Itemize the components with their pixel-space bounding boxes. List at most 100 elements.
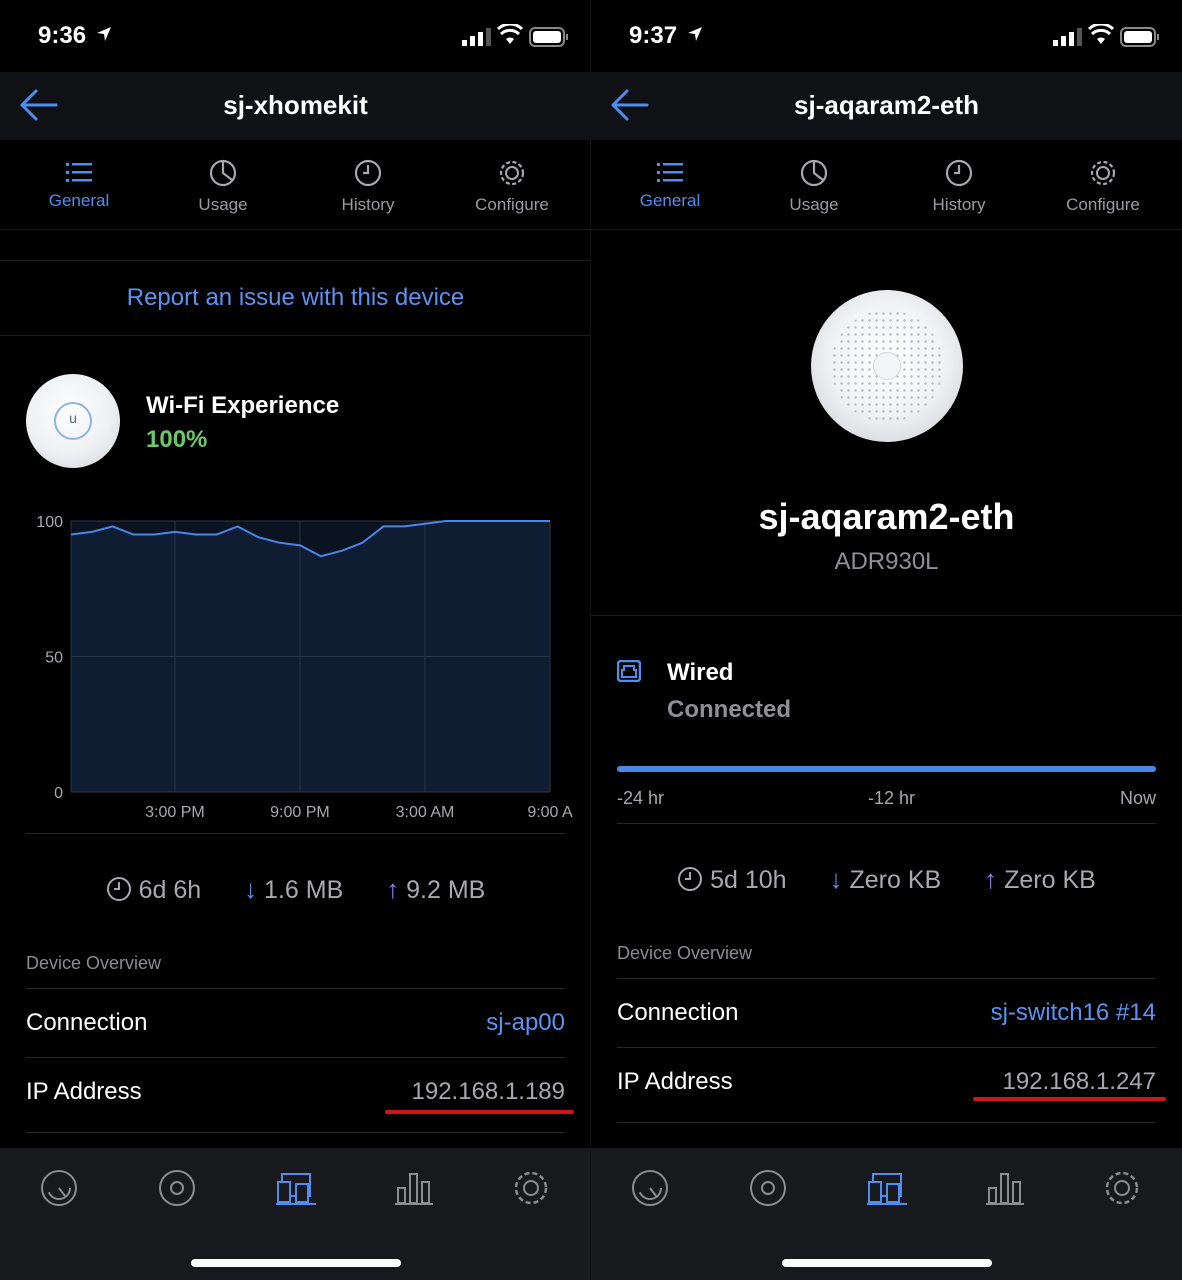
ip-address-row: IP Address 192.168.1.247 [617, 1047, 1156, 1123]
devices-circle-icon[interactable] [157, 1168, 197, 1208]
status-bar: 9:37 [591, 0, 1182, 72]
ubiquiti-logo-icon: u [69, 410, 77, 426]
tab-configure[interactable]: Configure [1043, 140, 1163, 230]
gear-icon [1090, 160, 1116, 186]
device-image [811, 290, 963, 442]
dashboard-icon[interactable] [39, 1168, 79, 1208]
upload-value: Zero KB [1004, 866, 1096, 894]
clock-icon [678, 867, 703, 891]
list-icon [66, 163, 92, 182]
uptime-value: 5d 10h [710, 866, 787, 894]
wifi-experience-label: Wi-Fi Experience [146, 392, 340, 419]
wifi-icon [497, 24, 523, 44]
wifi-experience-value: 100% [146, 426, 208, 453]
gear-icon [499, 160, 525, 186]
report-issue-row: Report an issue with this device [0, 260, 591, 336]
uptime-bar [617, 766, 1156, 772]
device-avatar: u [26, 374, 120, 468]
settings-gear-icon[interactable] [511, 1168, 551, 1208]
tab-label: General [48, 191, 110, 210]
row-key: Connection [617, 999, 739, 1026]
y-tick-label: 100 [36, 514, 63, 531]
left-screen: 9:36 sj-xhomekit General Usage History C… [0, 0, 591, 1280]
y-tick-label: 0 [54, 785, 63, 802]
x-tick-label: 3:00 AM [396, 804, 455, 821]
row-key: IP Address [26, 1078, 142, 1105]
section-heading: Device Overview [617, 943, 753, 963]
connection-link[interactable]: sj-ap00 [486, 1009, 565, 1037]
stats-row: 6d 6h ↓ 1.6 MB ↑ 9.2 MB [0, 874, 591, 914]
upload-stat: ↑ Zero KB [984, 864, 1096, 895]
location-icon [688, 27, 702, 41]
settings-gear-icon[interactable] [1102, 1168, 1142, 1208]
download-arrow-icon: ↓ [829, 864, 843, 894]
tab-label: General [639, 191, 701, 210]
wifi-experience-chart: 100 50 0 3:00 PM 9:00 PM 3:00 AM 9:00 A [36, 514, 573, 821]
uptime-value: 6d 6h [138, 876, 202, 904]
wifi-icon [1088, 24, 1114, 44]
statistics-icon[interactable] [394, 1168, 434, 1208]
divider [26, 833, 565, 834]
connection-link[interactable]: sj-switch16 #14 [991, 999, 1156, 1027]
upload-value: 9.2 MB [406, 876, 486, 904]
device-logo-icon [873, 352, 901, 380]
download-stat: ↓ Zero KB [830, 864, 942, 895]
pie-chart-icon [800, 159, 828, 187]
timeline-label-start: -24 hr [617, 788, 665, 808]
tab-usage[interactable]: Usage [754, 140, 874, 230]
download-arrow-icon: ↓ [244, 874, 258, 904]
statistics-icon[interactable] [985, 1168, 1025, 1208]
clock-icon [945, 159, 973, 187]
x-tick-label: 9:00 A [527, 804, 573, 821]
battery-icon [529, 27, 568, 47]
clock-icon [354, 159, 382, 187]
upload-arrow-icon: ↑ [386, 874, 400, 904]
uptime-stat: 6d 6h [106, 876, 202, 905]
page-title: sj-xhomekit [223, 90, 368, 120]
x-tick-label: 3:00 PM [145, 804, 205, 821]
device-model: ADR930L [834, 548, 939, 575]
home-indicator [782, 1259, 992, 1267]
tab-configure[interactable]: Configure [452, 140, 572, 230]
tab-history[interactable]: History [899, 140, 1019, 230]
stats-row: 5d 10h ↓ Zero KB ↑ Zero KB [591, 864, 1182, 904]
clients-icon[interactable] [276, 1168, 316, 1208]
connection-status: Connected [667, 696, 792, 723]
tab-label: History [341, 195, 395, 214]
uptime-bar-fill [617, 766, 1156, 772]
signal-icon [462, 28, 491, 46]
download-value: Zero KB [849, 866, 942, 894]
home-indicator [191, 1259, 401, 1267]
timeline-label-end: Now [1119, 788, 1156, 808]
battery-icon [1120, 27, 1159, 47]
pie-chart-icon [209, 159, 237, 187]
tab-bar-top: General Usage History Configure [591, 140, 1182, 230]
nav-bar: sj-aqaram2-eth [591, 72, 1182, 140]
upload-arrow-icon: ↑ [984, 864, 998, 894]
upload-stat: ↑ 9.2 MB [386, 874, 485, 905]
ip-address-row: IP Address 192.168.1.189 [26, 1057, 565, 1133]
nav-bar: sj-xhomekit [0, 72, 591, 140]
timeline-label-mid: -12 hr [868, 788, 916, 808]
report-issue-link[interactable]: Report an issue with this device [127, 284, 465, 312]
devices-circle-icon[interactable] [748, 1168, 788, 1208]
clients-icon[interactable] [867, 1168, 907, 1208]
download-value: 1.6 MB [264, 876, 344, 904]
tab-label: Usage [789, 195, 839, 214]
red-underline [385, 1110, 574, 1114]
row-key: IP Address [617, 1068, 733, 1095]
tab-usage[interactable]: Usage [163, 140, 283, 230]
tab-general[interactable]: General [610, 140, 730, 230]
tab-history[interactable]: History [308, 140, 428, 230]
tab-label: History [932, 195, 986, 214]
tab-general[interactable]: General [19, 140, 139, 230]
right-screen: 9:37 sj-aqaram2-eth General Usage Histor… [591, 0, 1182, 1280]
tab-label: Configure [475, 195, 549, 214]
connection-row: Connection sj-switch16 #14 [617, 978, 1156, 1046]
tab-label: Configure [1066, 195, 1140, 214]
status-time: 9:36 [38, 22, 87, 49]
signal-icon [1053, 28, 1082, 46]
dashboard-icon[interactable] [630, 1168, 670, 1208]
device-name: sj-aqaram2-eth [758, 496, 1015, 537]
x-tick-label: 9:00 PM [270, 804, 330, 821]
